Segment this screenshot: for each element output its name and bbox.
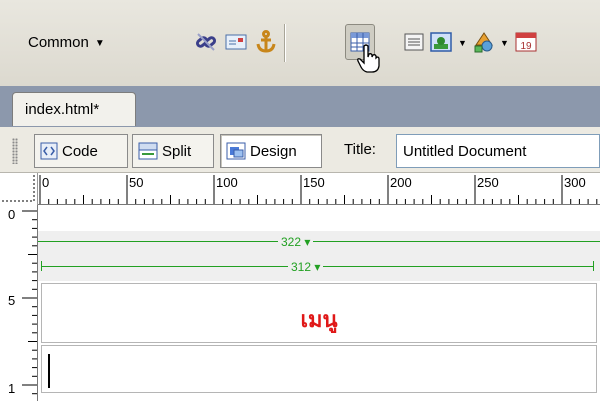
image-icon[interactable] [427, 26, 455, 58]
email-link-icon[interactable] [222, 26, 250, 58]
menu-text: เมนู [300, 307, 338, 332]
toolbar-separator [284, 24, 285, 62]
chevron-down-icon: ▼ [94, 38, 105, 49]
date-icon[interactable]: 19 [512, 26, 540, 58]
image-dropdown-icon[interactable]: ▼ [458, 38, 467, 48]
table-width-line [38, 241, 600, 242]
hyperlink-icon[interactable] [192, 26, 220, 58]
ruler-label: 300 [564, 175, 586, 190]
toolbar-grip[interactable] [12, 138, 18, 164]
ruler-label: 150 [303, 175, 325, 190]
text-caret [48, 354, 50, 388]
code-view-label: Code [62, 142, 98, 160]
design-view-label: Design [250, 142, 297, 160]
split-view-button[interactable]: Split [132, 134, 214, 168]
split-view-label: Split [162, 142, 192, 160]
media-dropdown-icon[interactable]: ▼ [500, 38, 509, 48]
title-label: Title: [344, 141, 376, 158]
split-view-icon [138, 142, 158, 160]
table-width-marker[interactable]: 322 ▾ [278, 233, 314, 249]
ruler-label: 100 [216, 175, 238, 190]
content-table-cell[interactable] [41, 345, 597, 393]
cell-width-tick-right [593, 261, 594, 271]
code-view-button[interactable]: Code [34, 134, 128, 168]
media-icon[interactable] [470, 26, 498, 58]
table-width-label: 322 [281, 235, 302, 249]
cell-width-marker[interactable]: 312 ▾ [288, 258, 324, 274]
cell-width-label: 312 [291, 260, 312, 274]
ruler-label: 0 [42, 175, 49, 190]
insert-bar: Common ▼ ▼ ▼ 19 [0, 0, 600, 86]
document-tab[interactable]: index.html* [12, 92, 136, 126]
design-canvas[interactable]: 322 ▾ 312 ▾ เมนู [38, 205, 600, 401]
named-anchor-icon[interactable] [252, 26, 280, 58]
ruler-label: 200 [390, 175, 412, 190]
date-icon-label: 19 [520, 41, 532, 52]
insert-category-label: Common [28, 34, 89, 51]
title-input[interactable] [396, 134, 600, 168]
ruler-label: 250 [477, 175, 499, 190]
table-width-indicators: 322 ▾ 312 ▾ [38, 231, 600, 281]
menu-table-cell[interactable]: เมนู [41, 283, 597, 343]
vertical-ruler: 0 5 1 [0, 205, 38, 401]
ruler-label: 50 [129, 175, 143, 190]
ruler-label: 1 [8, 381, 15, 396]
horizontal-ruler: 0 50 100 150 200 250 300 [38, 173, 600, 205]
ruler-corner[interactable] [0, 173, 38, 205]
cell-width-tick-left [41, 261, 42, 271]
div-layer-icon[interactable] [400, 26, 428, 58]
design-view-button[interactable]: Design [220, 134, 322, 168]
hand-cursor-icon [356, 44, 382, 77]
code-view-icon [40, 142, 58, 160]
document-tab-filename: index.html* [25, 101, 100, 118]
design-view-icon [226, 142, 246, 160]
insert-category-dropdown[interactable]: Common ▼ [28, 34, 105, 51]
ruler-label: 5 [8, 293, 15, 308]
ruler-label: 0 [8, 207, 15, 222]
